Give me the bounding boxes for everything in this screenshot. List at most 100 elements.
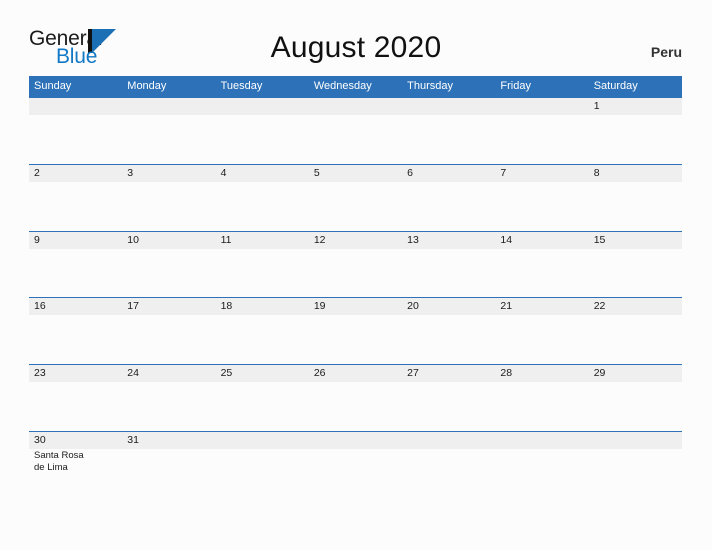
event-cell[interactable] (495, 382, 588, 431)
event-cell[interactable] (122, 249, 215, 298)
day-cell[interactable]: 18 (216, 298, 309, 315)
day-number: 24 (127, 367, 139, 380)
day-number: 19 (313, 300, 326, 313)
event-cell[interactable] (495, 182, 588, 231)
event-cell[interactable] (309, 315, 402, 364)
event-cell[interactable]: Santa Rosa de Lima (29, 449, 122, 498)
day-cell[interactable]: 1 (589, 98, 682, 115)
day-cell[interactable] (216, 432, 309, 449)
event-cell[interactable] (309, 115, 402, 164)
day-cell[interactable]: 20 (402, 298, 495, 315)
day-cell[interactable]: 3 (122, 165, 215, 182)
day-number: 8 (593, 166, 600, 179)
day-cell[interactable]: 16 (29, 298, 122, 315)
event-cell[interactable] (589, 315, 682, 364)
event-cell[interactable] (122, 115, 215, 164)
event-cell[interactable] (216, 382, 309, 431)
event-cell[interactable] (216, 182, 309, 231)
day-cell[interactable]: 10 (122, 232, 215, 249)
day-cell[interactable]: 6 (402, 165, 495, 182)
day-cell[interactable]: 21 (495, 298, 588, 315)
day-cell[interactable]: 15 (589, 232, 682, 249)
week-event-band (29, 382, 682, 431)
event-cell[interactable] (309, 249, 402, 298)
event-cell[interactable] (29, 115, 122, 164)
day-cell[interactable]: 13 (402, 232, 495, 249)
day-cell[interactable] (495, 432, 588, 449)
event-cell[interactable] (402, 382, 495, 431)
day-number: 16 (34, 300, 46, 313)
day-cell[interactable]: 14 (495, 232, 588, 249)
event-cell[interactable] (122, 315, 215, 364)
day-cell[interactable] (122, 98, 215, 115)
day-cell[interactable]: 31 (122, 432, 215, 449)
day-cell[interactable]: 28 (495, 365, 588, 382)
day-cell[interactable]: 17 (122, 298, 215, 315)
event-cell[interactable] (122, 449, 215, 498)
weekday-header-friday: Friday (500, 80, 531, 92)
day-cell[interactable]: 4 (216, 165, 309, 182)
day-cell[interactable] (402, 432, 495, 449)
day-cell[interactable]: 11 (216, 232, 309, 249)
day-cell[interactable]: 12 (309, 232, 402, 249)
day-cell[interactable]: 8 (589, 165, 682, 182)
event-cell[interactable] (402, 249, 495, 298)
event-cell[interactable] (29, 182, 122, 231)
day-number: 17 (127, 300, 139, 313)
event-cell[interactable] (122, 182, 215, 231)
week-row: 1 (29, 97, 682, 164)
day-cell[interactable] (495, 98, 588, 115)
event-cell[interactable] (216, 315, 309, 364)
event-cell[interactable] (589, 115, 682, 164)
day-cell[interactable] (216, 98, 309, 115)
event-cell[interactable] (495, 449, 588, 498)
event-cell[interactable] (402, 449, 495, 498)
event-cell[interactable] (402, 182, 495, 231)
day-number: 7 (500, 166, 507, 179)
day-cell[interactable]: 19 (309, 298, 402, 315)
day-number: 22 (593, 300, 606, 313)
event-cell[interactable] (216, 249, 309, 298)
day-cell[interactable]: 7 (495, 165, 588, 182)
event-cell[interactable] (495, 249, 588, 298)
event-cell[interactable] (402, 115, 495, 164)
day-number: 30 (34, 433, 46, 446)
day-number: 18 (220, 300, 233, 313)
event-cell[interactable] (29, 315, 122, 364)
event-cell[interactable] (29, 249, 122, 298)
day-cell[interactable]: 22 (589, 298, 682, 315)
day-cell[interactable]: 23 (29, 365, 122, 382)
day-cell[interactable]: 30 (29, 432, 122, 449)
event-cell[interactable] (309, 382, 402, 431)
event-cell[interactable] (216, 449, 309, 498)
event-cell[interactable] (216, 115, 309, 164)
event-cell[interactable] (589, 249, 682, 298)
day-cell[interactable]: 2 (29, 165, 122, 182)
event-cell[interactable] (589, 382, 682, 431)
day-cell[interactable] (309, 432, 402, 449)
event-cell[interactable] (495, 315, 588, 364)
day-number: 11 (220, 233, 232, 246)
day-cell[interactable]: 26 (309, 365, 402, 382)
event-cell[interactable] (402, 315, 495, 364)
day-number: 15 (593, 233, 606, 246)
day-cell[interactable] (402, 98, 495, 115)
day-cell[interactable]: 9 (29, 232, 122, 249)
day-cell[interactable]: 5 (309, 165, 402, 182)
event-cell[interactable] (589, 182, 682, 231)
event-cell[interactable] (29, 382, 122, 431)
day-cell[interactable] (29, 98, 122, 115)
event-cell[interactable] (122, 382, 215, 431)
event-cell[interactable] (309, 182, 402, 231)
day-cell[interactable] (589, 432, 682, 449)
day-cell[interactable] (309, 98, 402, 115)
day-cell[interactable]: 29 (589, 365, 682, 382)
event-cell[interactable] (495, 115, 588, 164)
calendar-grid: Sunday Monday Tuesday Wednesday Thursday… (29, 76, 682, 498)
day-cell[interactable]: 25 (216, 365, 309, 382)
day-number: 13 (407, 233, 419, 246)
day-cell[interactable]: 27 (402, 365, 495, 382)
day-cell[interactable]: 24 (122, 365, 215, 382)
event-cell[interactable] (589, 449, 682, 498)
event-cell[interactable] (309, 449, 402, 498)
